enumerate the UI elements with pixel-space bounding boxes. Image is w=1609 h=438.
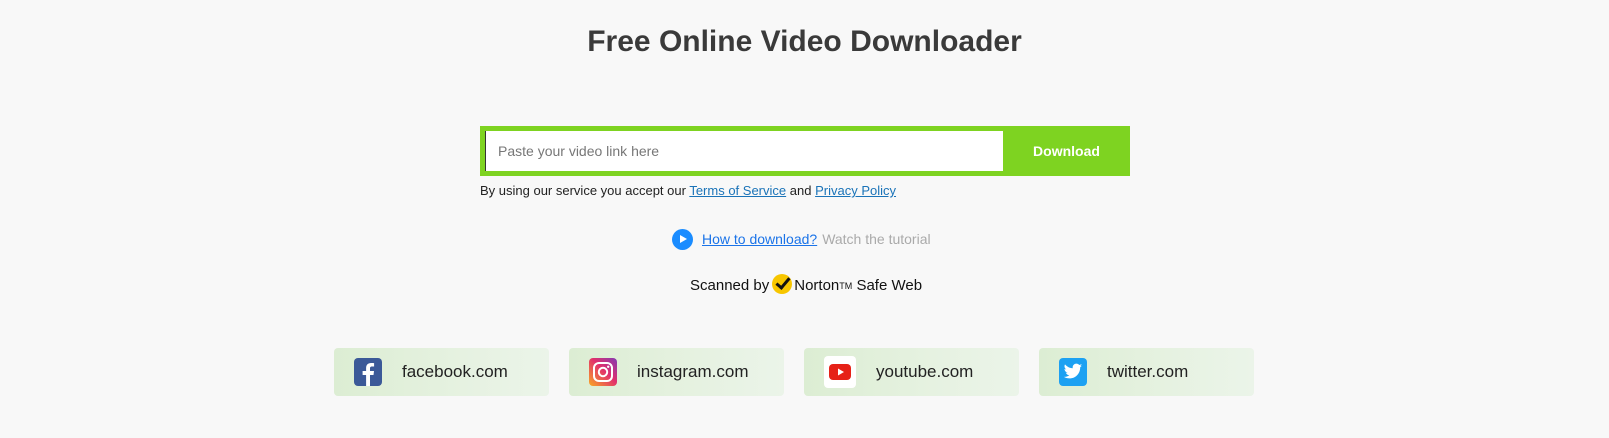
norton-trademark: TM [839,281,853,291]
norton-check-icon [772,274,793,294]
norton-brand: Norton [794,277,840,294]
page-title: Free Online Video Downloader [587,25,1022,58]
norton-suffix: Safe Web [856,277,923,294]
terms-of-service-link[interactable]: Terms of Service [689,183,786,198]
site-label-facebook: facebook.com [402,362,508,381]
site-label-twitter: twitter.com [1107,362,1189,381]
facebook-icon [354,358,382,386]
site-card-youtube[interactable]: youtube.com [804,348,1019,396]
terms-notice: By using our service you accept our Term… [480,182,896,200]
site-card-facebook[interactable]: facebook.com [334,348,549,396]
play-icon[interactable] [672,228,693,250]
site-label-instagram: instagram.com [637,362,749,381]
site-label-youtube: youtube.com [876,362,974,381]
youtube-icon [824,356,856,388]
search-bar: Download [480,126,1130,176]
norton-prefix: Scanned by [690,277,770,294]
instagram-icon [589,358,617,386]
watch-tutorial-hint: Watch the tutorial [822,231,931,247]
how-to-download: How to download? Watch the tutorial [672,228,931,250]
terms-prefix: By using our service you accept our [480,183,686,198]
how-to-download-link[interactable]: How to download? [702,228,817,250]
video-url-input[interactable] [485,131,1003,171]
supported-sites: facebook.com instagram.com youtube.com t… [334,348,1254,396]
privacy-policy-link[interactable]: Privacy Policy [815,183,896,198]
terms-conjunction: and [789,183,812,198]
site-card-instagram[interactable]: instagram.com [569,348,784,396]
twitter-icon [1059,358,1087,386]
site-card-twitter[interactable]: twitter.com [1039,348,1254,396]
norton-safe-web-badge: Scanned by Norton TM Safe Web [690,274,922,296]
download-button[interactable]: Download [1003,126,1130,176]
